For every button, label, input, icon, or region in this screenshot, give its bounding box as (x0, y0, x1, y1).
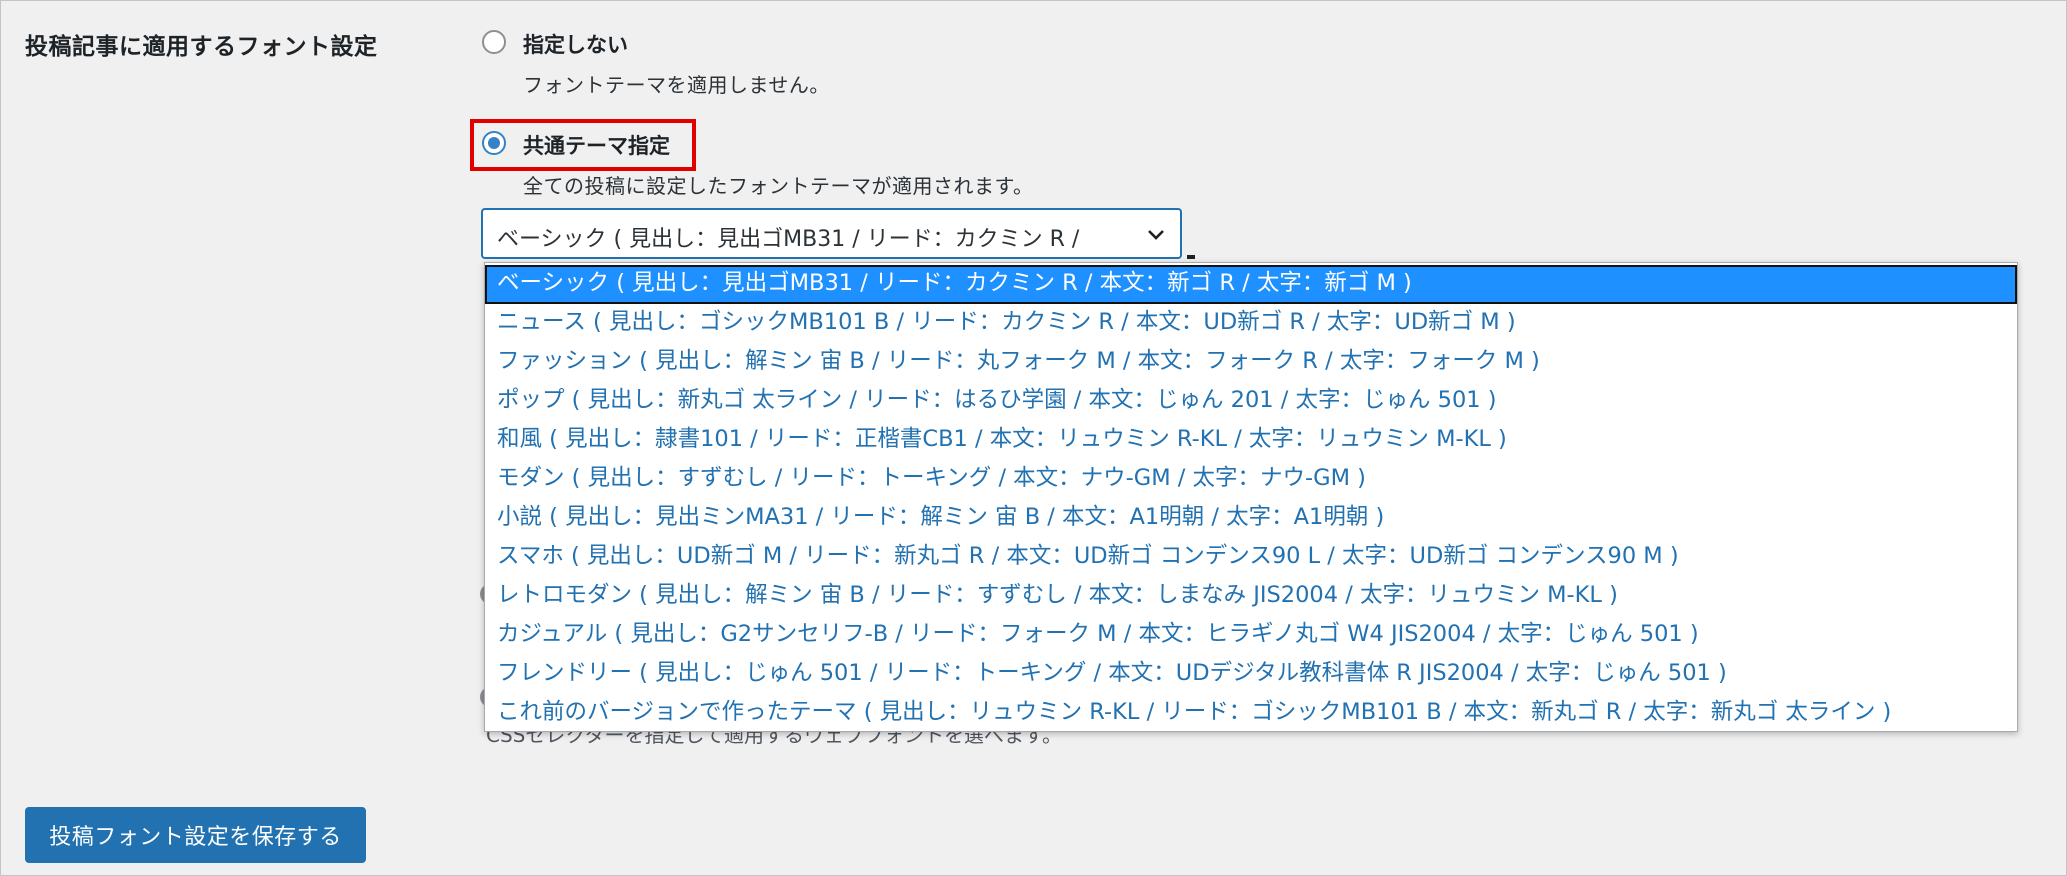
radio-none[interactable] (482, 30, 506, 54)
dropdown-option[interactable]: フレンドリー ( 見出し：じゅん 501 / リード：トーキング / 本文：UD… (485, 655, 2017, 694)
dropdown-option[interactable]: スマホ ( 見出し：UD新ゴ M / リード：新丸ゴ R / 本文：UD新ゴ コ… (485, 538, 2017, 577)
font-theme-dropdown-list[interactable]: ベーシック ( 見出し：見出ゴMB31 / リード：カクミン R / 本文：新ゴ… (484, 262, 2018, 732)
save-font-settings-button[interactable]: 投稿フォント設定を保存する (25, 807, 366, 863)
select-focus-mark (1187, 255, 1195, 259)
font-theme-select-value: ベーシック ( 見出し：見出ゴMB31 / リード：カクミン R / (497, 227, 1080, 252)
section-label: 投稿記事に適用するフォント設定 (25, 34, 378, 60)
dropdown-option[interactable]: ベーシック ( 見出し：見出ゴMB31 / リード：カクミン R / 本文：新ゴ… (485, 265, 2017, 304)
dropdown-option[interactable]: モダン ( 見出し：すずむし / リード：トーキング / 本文：ナウ-GM / … (485, 460, 2017, 499)
chevron-down-icon (1144, 223, 1168, 247)
radio-common-theme[interactable] (482, 131, 506, 155)
dropdown-option[interactable]: これ前のバージョンで作ったテーマ ( 見出し：リュウミン R-KL / リード：… (485, 694, 2017, 731)
dropdown-option[interactable]: カジュアル ( 見出し：G2サンセリフ-B / リード：フォーク M / 本文：… (485, 616, 2017, 655)
dropdown-option[interactable]: レトロモダン ( 見出し：解ミン 宙 B / リード：すずむし / 本文：しまな… (485, 577, 2017, 616)
font-theme-select[interactable]: ベーシック ( 見出し：見出ゴMB31 / リード：カクミン R / (481, 208, 1182, 259)
radio-none-description: フォントテーマを適用しません。 (523, 73, 830, 97)
dropdown-option[interactable]: ポップ ( 見出し：新丸ゴ 太ライン / リード：はるひ学園 / 本文：じゅん … (485, 382, 2017, 421)
radio-none-label[interactable]: 指定しない (523, 29, 628, 59)
dropdown-option[interactable]: ニュース ( 見出し：ゴシックMB101 B / リード：カクミン R / 本文… (485, 304, 2017, 343)
radio-common-theme-label[interactable]: 共通テーマ指定 (523, 130, 670, 160)
settings-panel: 投稿記事に適用するフォント設定 指定しない フォントテーマを適用しません。 共通… (0, 0, 2067, 876)
dropdown-option[interactable]: 和風 ( 見出し：隷書101 / リード：正楷書CB1 / 本文：リュウミン R… (485, 421, 2017, 460)
dropdown-option[interactable]: ファッション ( 見出し：解ミン 宙 B / リード：丸フォーク M / 本文：… (485, 343, 2017, 382)
dropdown-option[interactable]: 小説 ( 見出し：見出ミンMA31 / リード：解ミン 宙 B / 本文：A1明… (485, 499, 2017, 538)
radio-common-theme-description: 全ての投稿に設定したフォントテーマが適用されます。 (523, 174, 1034, 198)
